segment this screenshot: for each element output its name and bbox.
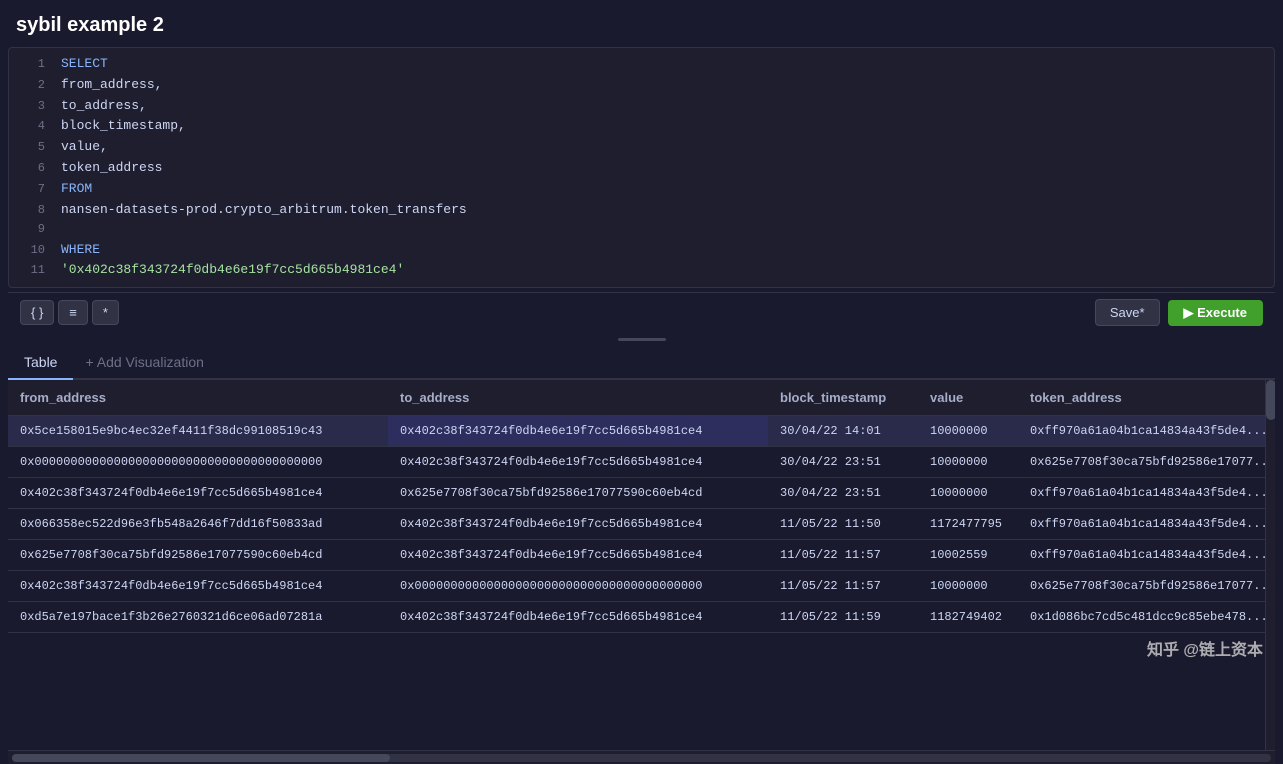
cell-block-timestamp: 11/05/22 11:57 bbox=[768, 540, 918, 571]
cell-token-address: 0xff970a61a04b1ca14834a43f5de4... bbox=[1018, 478, 1275, 509]
code-line: 6 token_address bbox=[9, 158, 1274, 179]
line-number: 3 bbox=[17, 97, 45, 116]
table-row[interactable]: 0x402c38f343724f0db4e6e19f7cc5d665b4981c… bbox=[8, 478, 1275, 509]
code-line: 5 value, bbox=[9, 137, 1274, 158]
cell-block-timestamp: 30/04/22 14:01 bbox=[768, 416, 918, 447]
table-row[interactable]: 0x5ce158015e9bc4ec32ef4411f38dc99108519c… bbox=[8, 416, 1275, 447]
code-line: 7 FROM bbox=[9, 179, 1274, 200]
cell-value: 10000000 bbox=[918, 571, 1018, 602]
line-number: 11 bbox=[17, 261, 45, 280]
code-content: '0x402c38f343724f0db4e6e19f7cc5d665b4981… bbox=[61, 260, 404, 281]
table-header-row: from_address to_address block_timestamp … bbox=[8, 380, 1275, 416]
execute-button[interactable]: ▶ Execute bbox=[1168, 300, 1263, 326]
cell-to-address: 0x00000000000000000000000000000000000000… bbox=[388, 571, 768, 602]
cell-value: 1172477795 bbox=[918, 509, 1018, 540]
cell-to-address: 0x402c38f343724f0db4e6e19f7cc5d665b4981c… bbox=[388, 416, 768, 447]
line-number: 7 bbox=[17, 180, 45, 199]
code-content: from_address, bbox=[61, 75, 162, 96]
table-row[interactable]: 0x402c38f343724f0db4e6e19f7cc5d665b4981c… bbox=[8, 571, 1275, 602]
table-row[interactable]: 0x625e7708f30ca75bfd92586e17077590c60eb4… bbox=[8, 540, 1275, 571]
cell-value: 10000000 bbox=[918, 447, 1018, 478]
col-from-address: from_address bbox=[8, 380, 388, 416]
cell-from-address: 0x625e7708f30ca75bfd92586e17077590c60eb4… bbox=[8, 540, 388, 571]
table-container: from_address to_address block_timestamp … bbox=[8, 380, 1275, 750]
code-content: token_address bbox=[61, 158, 162, 179]
cell-value: 10000000 bbox=[918, 478, 1018, 509]
cell-value: 1182749402 bbox=[918, 602, 1018, 633]
cell-from-address: 0xd5a7e197bace1f3b26e2760321d6ce06ad0728… bbox=[8, 602, 388, 633]
line-number: 1 bbox=[17, 55, 45, 74]
cell-value: 10000000 bbox=[918, 416, 1018, 447]
code-line: 11 '0x402c38f343724f0db4e6e19f7cc5d665b4… bbox=[9, 260, 1274, 281]
col-value: value bbox=[918, 380, 1018, 416]
divider[interactable] bbox=[0, 336, 1283, 342]
code-line: 4 block_timestamp, bbox=[9, 116, 1274, 137]
code-content: SELECT bbox=[61, 54, 108, 75]
code-line: 2 from_address, bbox=[9, 75, 1274, 96]
table-row[interactable]: 0x00000000000000000000000000000000000000… bbox=[8, 447, 1275, 478]
cell-to-address: 0x402c38f343724f0db4e6e19f7cc5d665b4981c… bbox=[388, 602, 768, 633]
code-editor: 1SELECT2 from_address,3 to_address,4 blo… bbox=[8, 47, 1275, 288]
cell-token-address: 0xff970a61a04b1ca14834a43f5de4... bbox=[1018, 540, 1275, 571]
horizontal-scrollbar[interactable] bbox=[8, 750, 1275, 764]
cell-token-address: 0xff970a61a04b1ca14834a43f5de4... bbox=[1018, 509, 1275, 540]
code-line: 3 to_address, bbox=[9, 96, 1274, 117]
code-line: 9 bbox=[9, 220, 1274, 239]
tab-table[interactable]: Table bbox=[8, 346, 73, 380]
cell-block-timestamp: 11/05/22 11:57 bbox=[768, 571, 918, 602]
cell-to-address: 0x402c38f343724f0db4e6e19f7cc5d665b4981c… bbox=[388, 447, 768, 478]
code-line: 10 WHERE bbox=[9, 240, 1274, 261]
cell-from-address: 0x00000000000000000000000000000000000000… bbox=[8, 447, 388, 478]
cell-token-address: 0x625e7708f30ca75bfd92586e17077... bbox=[1018, 571, 1275, 602]
cell-token-address: 0x1d086bc7cd5c481dcc9c85ebe478... bbox=[1018, 602, 1275, 633]
cell-block-timestamp: 30/04/22 23:51 bbox=[768, 478, 918, 509]
line-number: 5 bbox=[17, 138, 45, 157]
code-content: to_address, bbox=[61, 96, 147, 117]
cell-value: 10002559 bbox=[918, 540, 1018, 571]
table-row[interactable]: 0xd5a7e197bace1f3b26e2760321d6ce06ad0728… bbox=[8, 602, 1275, 633]
code-line: 1 SELECT bbox=[9, 54, 1274, 75]
code-content: value, bbox=[61, 137, 108, 158]
code-content: FROM bbox=[61, 179, 92, 200]
star-button[interactable]: * bbox=[92, 300, 119, 325]
cell-block-timestamp: 11/05/22 11:59 bbox=[768, 602, 918, 633]
line-number: 8 bbox=[17, 201, 45, 220]
cell-token-address: 0xff970a61a04b1ca14834a43f5de4... bbox=[1018, 416, 1275, 447]
cell-from-address: 0x402c38f343724f0db4e6e19f7cc5d665b4981c… bbox=[8, 478, 388, 509]
cell-block-timestamp: 11/05/22 11:50 bbox=[768, 509, 918, 540]
col-to-address: to_address bbox=[388, 380, 768, 416]
cell-from-address: 0x402c38f343724f0db4e6e19f7cc5d665b4981c… bbox=[8, 571, 388, 602]
toolbar: { } ≡ * Save* ▶ Execute bbox=[8, 292, 1275, 332]
json-format-button[interactable]: { } bbox=[20, 300, 54, 325]
vertical-scrollbar[interactable] bbox=[1265, 380, 1275, 750]
code-content: block_timestamp, bbox=[61, 116, 186, 137]
page-title: sybil example 2 bbox=[0, 0, 1283, 47]
tabs-row: Table + Add Visualization bbox=[8, 346, 1275, 380]
cell-from-address: 0x5ce158015e9bc4ec32ef4411f38dc99108519c… bbox=[8, 416, 388, 447]
line-number: 9 bbox=[17, 220, 45, 239]
line-number: 2 bbox=[17, 76, 45, 95]
line-number: 6 bbox=[17, 159, 45, 178]
line-number: 4 bbox=[17, 117, 45, 136]
cell-to-address: 0x402c38f343724f0db4e6e19f7cc5d665b4981c… bbox=[388, 509, 768, 540]
code-content: WHERE bbox=[61, 240, 100, 261]
list-format-button[interactable]: ≡ bbox=[58, 300, 88, 325]
col-block-timestamp: block_timestamp bbox=[768, 380, 918, 416]
cell-from-address: 0x066358ec522d96e3fb548a2646f7dd16f50833… bbox=[8, 509, 388, 540]
table-row[interactable]: 0x066358ec522d96e3fb548a2646f7dd16f50833… bbox=[8, 509, 1275, 540]
data-table: from_address to_address block_timestamp … bbox=[8, 380, 1275, 633]
save-button[interactable]: Save* bbox=[1095, 299, 1160, 326]
cell-to-address: 0x402c38f343724f0db4e6e19f7cc5d665b4981c… bbox=[388, 540, 768, 571]
tab-add-visualization[interactable]: + Add Visualization bbox=[73, 346, 215, 378]
cell-to-address: 0x625e7708f30ca75bfd92586e17077590c60eb4… bbox=[388, 478, 768, 509]
col-token-address: token_address bbox=[1018, 380, 1275, 416]
cell-token-address: 0x625e7708f30ca75bfd92586e17077... bbox=[1018, 447, 1275, 478]
code-content: nansen-datasets-prod.crypto_arbitrum.tok… bbox=[61, 200, 467, 221]
line-number: 10 bbox=[17, 241, 45, 260]
cell-block-timestamp: 30/04/22 23:51 bbox=[768, 447, 918, 478]
results-area: Table + Add Visualization from_address t… bbox=[0, 346, 1283, 764]
code-line: 8 nansen-datasets-prod.crypto_arbitrum.t… bbox=[9, 200, 1274, 221]
